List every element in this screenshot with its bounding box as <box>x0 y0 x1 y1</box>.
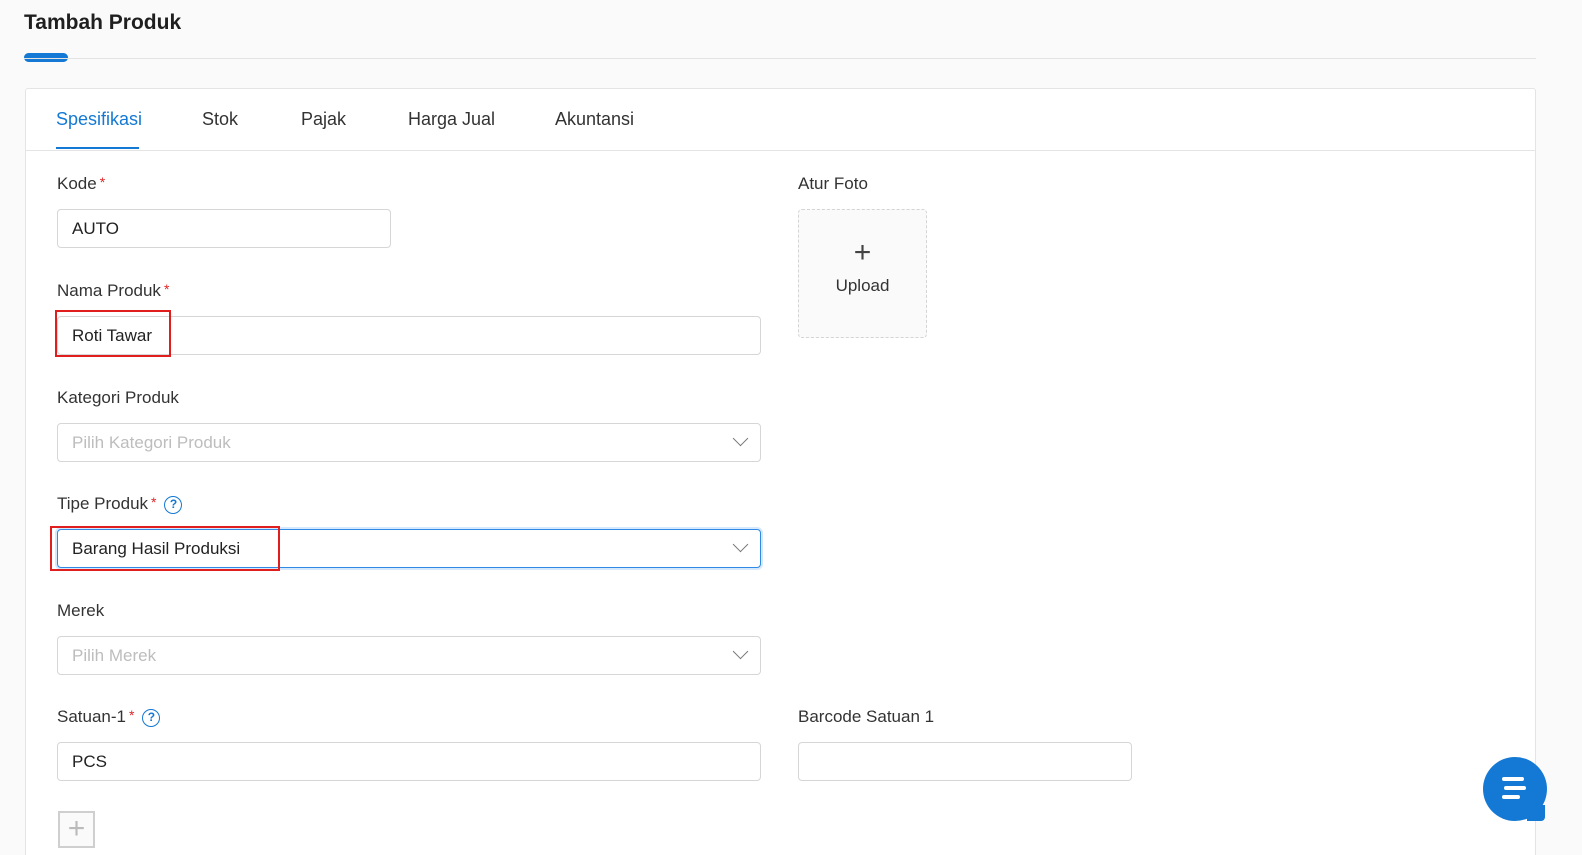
tipe-produk-label: Tipe Produk *? <box>57 494 183 514</box>
add-unit-button[interactable]: + <box>58 811 95 848</box>
satuan-1-input[interactable]: PCS <box>57 742 761 781</box>
required-marker: * <box>151 494 157 510</box>
tipe-produk-label-text: Tipe Produk <box>57 494 149 513</box>
merek-select[interactable]: Pilih Merek <box>57 636 761 675</box>
nama-produk-label-text: Nama Produk <box>57 281 161 300</box>
tab-pajak[interactable]: Pajak <box>301 109 346 130</box>
atur-foto-label: Atur Foto <box>798 174 868 193</box>
tab-akuntansi[interactable]: Akuntansi <box>555 109 634 130</box>
chat-icon-line <box>1504 786 1526 790</box>
product-form-card: Spesifikasi Stok Pajak Harga Jual Akunta… <box>25 88 1536 855</box>
barcode-satuan-1-input[interactable] <box>798 742 1132 781</box>
required-marker: * <box>163 281 170 297</box>
tipe-produk-highlight-box <box>50 526 280 571</box>
tab-bar: Spesifikasi Stok Pajak Harga Jual Akunta… <box>26 89 1535 151</box>
plus-icon: + <box>853 236 872 269</box>
tab-spesifikasi[interactable]: Spesifikasi <box>56 109 142 130</box>
nama-produk-label: Nama Produk * <box>57 281 169 301</box>
nama-produk-highlight-box <box>55 310 171 357</box>
kategori-produk-select[interactable]: Pilih Kategori Produk <box>57 423 761 462</box>
required-marker: * <box>99 174 106 190</box>
upload-photo-button[interactable]: + Upload <box>798 209 927 338</box>
chevron-down-icon <box>732 430 749 447</box>
question-circle-icon[interactable]: ? <box>164 495 183 514</box>
chevron-down-icon <box>732 536 749 553</box>
kode-label-text: Kode <box>57 174 97 193</box>
merek-placeholder: Pilih Merek <box>72 646 157 665</box>
active-tab-indicator <box>56 147 139 149</box>
kode-label: Kode * <box>57 174 105 194</box>
kategori-produk-placeholder: Pilih Kategori Produk <box>72 433 231 452</box>
satuan-1-label: Satuan-1 *? <box>57 707 161 727</box>
chat-icon-line <box>1502 795 1520 799</box>
question-circle-icon[interactable]: ? <box>142 708 161 727</box>
tab-stok[interactable]: Stok <box>202 109 238 130</box>
kategori-produk-label: Kategori Produk <box>57 388 179 407</box>
tab-harga-jual[interactable]: Harga Jual <box>408 109 495 130</box>
upload-label: Upload <box>835 276 890 295</box>
merek-label: Merek <box>57 601 105 620</box>
satuan-1-label-text: Satuan-1 <box>57 707 126 726</box>
page-title: Tambah Produk <box>24 11 182 34</box>
required-marker: * <box>129 707 135 723</box>
chat-icon-line <box>1502 777 1524 781</box>
kode-input[interactable]: AUTO <box>57 209 391 248</box>
chat-icon-tail <box>1527 805 1545 821</box>
plus-icon: + <box>67 812 86 845</box>
barcode-satuan-1-label: Barcode Satuan 1 <box>798 707 935 726</box>
chevron-down-icon <box>732 643 749 660</box>
title-divider <box>24 58 1536 59</box>
